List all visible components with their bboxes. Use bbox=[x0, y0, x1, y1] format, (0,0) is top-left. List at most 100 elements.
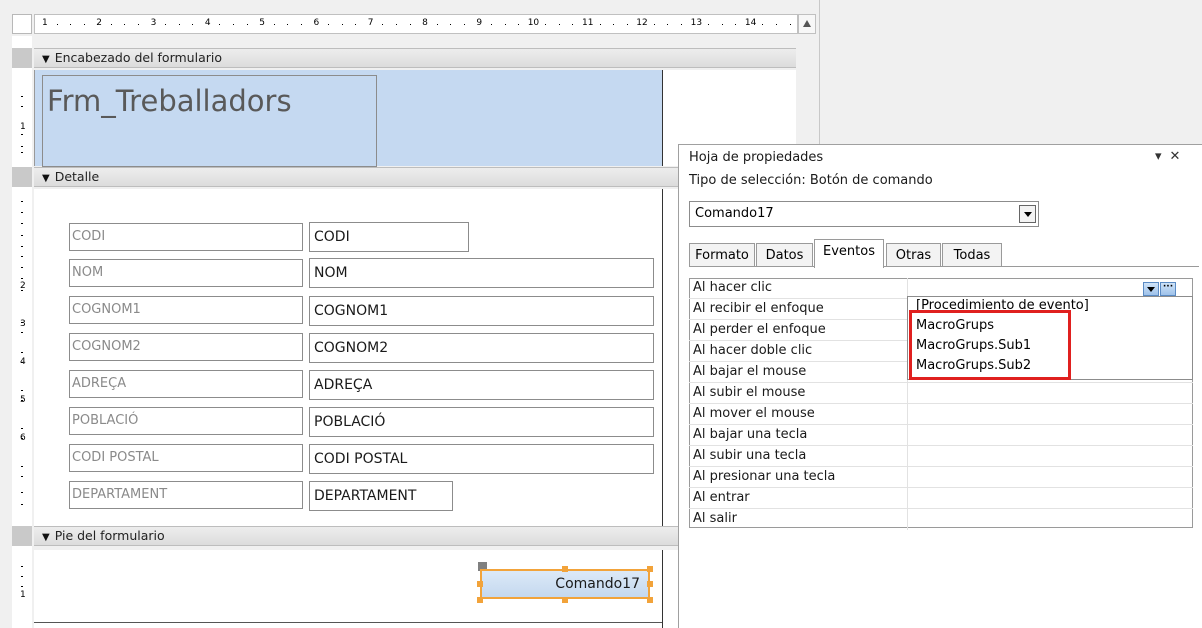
ruler-number: 4 bbox=[20, 357, 26, 367]
ruler-tick bbox=[653, 24, 655, 25]
section-arrow-icon: ▼ bbox=[42, 54, 50, 65]
ruler-tick bbox=[21, 352, 23, 353]
ruler-tick bbox=[21, 235, 23, 236]
ruler-number: 8 bbox=[422, 18, 428, 28]
field-textbox-cognom2[interactable]: COGNOM2 bbox=[309, 333, 654, 363]
property-name: Al salir bbox=[693, 511, 737, 526]
resize-handle[interactable] bbox=[477, 597, 483, 603]
form-title-label[interactable]: Frm_Treballadors bbox=[42, 75, 377, 167]
tab-formato[interactable]: Formato bbox=[689, 243, 755, 267]
arrow-up-icon bbox=[803, 20, 811, 27]
property-name: Al hacer clic bbox=[693, 280, 772, 295]
resize-handle[interactable] bbox=[647, 597, 653, 603]
chevron-down-icon[interactable] bbox=[1019, 205, 1036, 223]
command-button[interactable]: Comando17 bbox=[480, 569, 650, 599]
ruler-tick bbox=[789, 24, 791, 25]
ruler-tick bbox=[450, 24, 452, 25]
ruler-number: 6 bbox=[20, 433, 26, 443]
ruler-number: 14 bbox=[744, 18, 757, 28]
field-label-adreca[interactable]: ADREÇA bbox=[69, 370, 303, 398]
object-selector-value: Comando17 bbox=[695, 206, 774, 221]
property-row[interactable]: Al presionar una tecla bbox=[689, 467, 1193, 488]
ruler-number: 2 bbox=[96, 18, 103, 28]
field-label-cognom2[interactable]: COGNOM2 bbox=[69, 333, 303, 361]
property-row[interactable]: Al salir bbox=[689, 509, 1193, 530]
ruler-tick bbox=[178, 24, 180, 25]
tab-todas[interactable]: Todas bbox=[942, 243, 1002, 267]
section-arrow-icon: ▼ bbox=[42, 173, 50, 184]
resize-handle[interactable] bbox=[647, 566, 653, 572]
property-row[interactable]: Al entrar bbox=[689, 488, 1193, 509]
field-textbox-cognom1[interactable]: COGNOM1 bbox=[309, 296, 654, 326]
resize-handle[interactable] bbox=[562, 566, 568, 572]
field-label-cognom1[interactable]: COGNOM1 bbox=[69, 296, 303, 324]
vertical-ruler: 1 2 3 4 5 6 1 bbox=[12, 36, 32, 628]
field-textbox-codi-postal[interactable]: CODI POSTAL bbox=[309, 444, 654, 474]
ruler-number: 10 bbox=[527, 18, 540, 28]
section-arrow-icon: ▼ bbox=[42, 532, 50, 543]
ruler-tick bbox=[21, 428, 23, 429]
field-textbox-poblacio[interactable]: POBLACIÓ bbox=[309, 407, 654, 437]
field-label-departament[interactable]: DEPARTAMENT bbox=[69, 481, 303, 509]
ruler-tick bbox=[341, 24, 343, 25]
column-divider bbox=[907, 404, 908, 425]
ruler-tick bbox=[21, 267, 23, 268]
tab-otras[interactable]: Otras bbox=[886, 243, 941, 267]
resize-handle[interactable] bbox=[647, 581, 653, 587]
property-name: Al hacer doble clic bbox=[693, 343, 813, 358]
section-footer-label: Pie del formulario bbox=[54, 528, 165, 543]
tab-datos[interactable]: Datos bbox=[756, 243, 813, 267]
column-divider bbox=[907, 467, 908, 488]
resize-handle[interactable] bbox=[562, 597, 568, 603]
field-label-codi-postal[interactable]: CODI POSTAL bbox=[69, 444, 303, 472]
highlight-box bbox=[909, 310, 1071, 380]
field-textbox-adreca[interactable]: ADREÇA bbox=[309, 370, 654, 400]
field-textbox-departament[interactable]: DEPARTAMENT bbox=[309, 481, 453, 511]
dropdown-arrow-button[interactable] bbox=[1143, 282, 1159, 296]
ruler-tick bbox=[21, 278, 23, 279]
builder-ellipsis-button[interactable]: ··· bbox=[1160, 282, 1176, 296]
ruler-tick bbox=[56, 24, 58, 25]
ruler-tick bbox=[124, 24, 126, 25]
property-row[interactable]: Al bajar una tecla bbox=[689, 425, 1193, 446]
ruler-tick bbox=[572, 24, 574, 25]
ruler-tick bbox=[436, 24, 438, 25]
form-width-edge bbox=[662, 189, 663, 526]
ruler-tick bbox=[300, 24, 302, 25]
ruler-tick bbox=[246, 24, 248, 25]
ruler-tick bbox=[21, 332, 23, 333]
ruler-tick bbox=[667, 24, 669, 25]
ruler-number: 1 bbox=[20, 122, 26, 132]
field-label-poblacio[interactable]: POBLACIÓ bbox=[69, 407, 303, 435]
horizontal-ruler: 1 2 3 4 5 6 7 8 9 10 11 12 13 14 bbox=[34, 14, 798, 34]
object-selector-combo[interactable]: Comando17 bbox=[689, 201, 1039, 227]
ruler-tick bbox=[21, 504, 23, 505]
section-header-bar[interactable]: ▼ Encabezado del formulario bbox=[34, 48, 796, 68]
scroll-up-button[interactable] bbox=[798, 14, 816, 34]
ruler-number: 6 bbox=[313, 18, 320, 28]
form-selector[interactable] bbox=[12, 14, 32, 34]
chevron-down-icon[interactable]: ▾ bbox=[1155, 149, 1162, 164]
ruler-tick bbox=[708, 24, 710, 25]
ruler-tick bbox=[355, 24, 357, 25]
property-row[interactable]: Al mover el mouse bbox=[689, 404, 1193, 425]
ruler-tick bbox=[233, 24, 235, 25]
field-label-codi[interactable]: CODI bbox=[69, 223, 303, 251]
ruler-tick bbox=[273, 24, 275, 25]
close-icon[interactable]: ✕ bbox=[1170, 149, 1181, 164]
ruler-tick bbox=[504, 24, 506, 25]
tab-baseline bbox=[689, 266, 1199, 267]
ruler-tick bbox=[21, 576, 23, 577]
tab-eventos[interactable]: Eventos bbox=[814, 239, 884, 268]
property-row[interactable]: Al subir una tecla bbox=[689, 446, 1193, 467]
resize-handle[interactable] bbox=[477, 581, 483, 587]
property-row[interactable]: Al subir el mouse bbox=[689, 383, 1193, 404]
field-textbox-nom[interactable]: NOM bbox=[309, 258, 654, 288]
ruler-tick bbox=[21, 586, 23, 587]
field-label-nom[interactable]: NOM bbox=[69, 259, 303, 287]
section-header-label: Encabezado del formulario bbox=[54, 50, 222, 65]
property-name: Al bajar una tecla bbox=[693, 427, 808, 442]
property-name: Al presionar una tecla bbox=[693, 469, 836, 484]
field-textbox-codi[interactable]: CODI bbox=[309, 222, 469, 252]
ruler-tick bbox=[83, 24, 85, 25]
